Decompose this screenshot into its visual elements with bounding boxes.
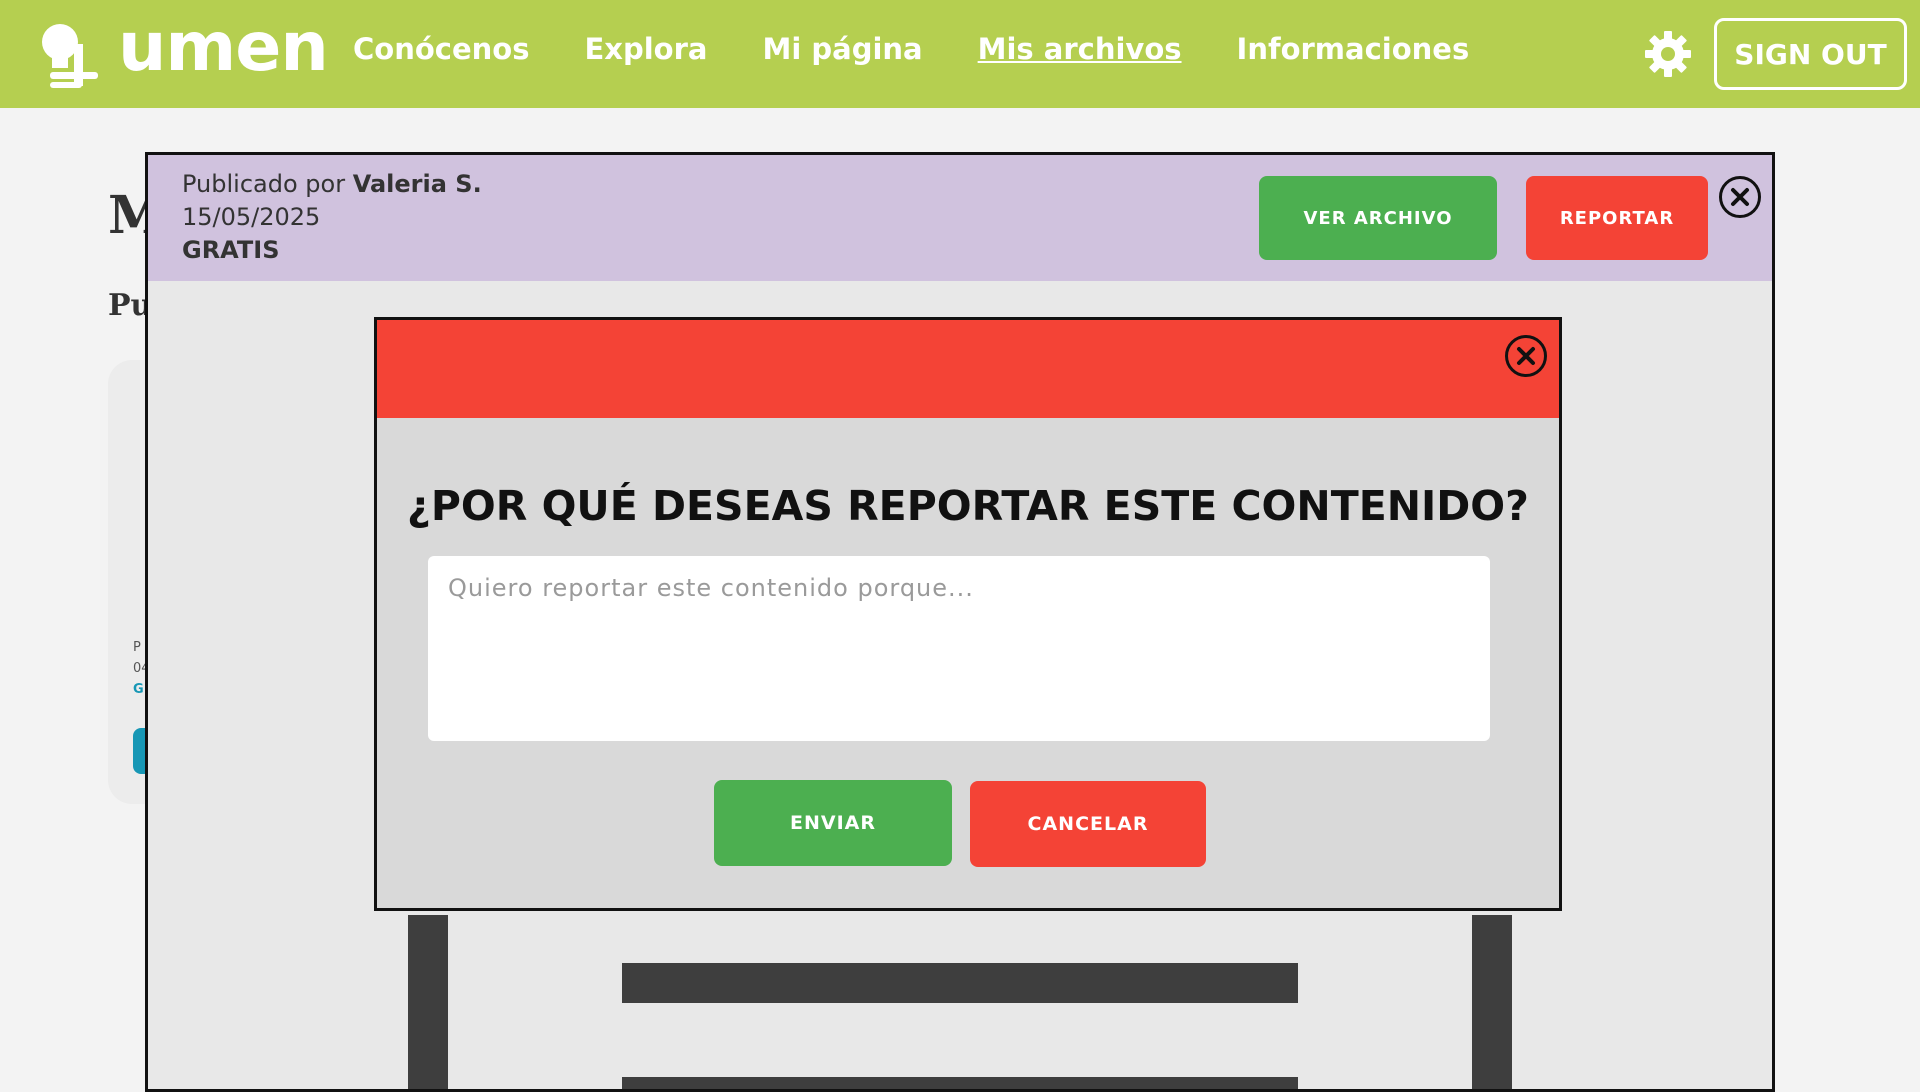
document-preview-border [408,915,448,1089]
close-icon[interactable] [1505,335,1547,377]
lumen-logo[interactable]: umen [38,8,329,90]
close-x-icon [1517,347,1535,365]
nav-item-conocenos[interactable]: Conócenos [353,32,529,66]
document-preview-border [1472,915,1512,1089]
lightbulb-logo-icon [42,24,98,88]
nav-item-mi-pagina[interactable]: Mi página [762,32,922,66]
view-file-button[interactable]: VER ARCHIVO [1259,176,1497,260]
report-modal-header [377,320,1559,418]
close-x-icon [1731,188,1749,206]
publish-date: 15/05/2025 [182,203,321,231]
price-label: GRATIS [182,236,280,264]
file-card-line: P [133,640,141,655]
report-button[interactable]: REPORTAR [1526,176,1708,260]
close-icon[interactable] [1719,176,1761,218]
nav-item-mis-archivos[interactable]: Mis archivos [978,32,1182,66]
file-card-line: G [133,682,144,697]
send-button[interactable]: ENVIAR [714,780,952,866]
document-preview-line [622,1077,1298,1089]
gear-icon[interactable] [1644,30,1692,78]
top-navigation-bar: umen Conócenos Explora Mi página Mis arc… [0,0,1920,108]
published-by-label: Publicado por [182,170,346,198]
nav-item-informaciones[interactable]: Informaciones [1237,32,1470,66]
document-preview-line [622,963,1298,1003]
cancel-button[interactable]: CANCELAR [970,781,1206,867]
main-nav: Conócenos Explora Mi página Mis archivos… [353,32,1524,66]
published-by: Publicado por Valeria S. [182,170,482,198]
nav-item-explora[interactable]: Explora [584,32,707,66]
sign-out-button[interactable]: SIGN OUT [1714,18,1907,90]
logo-text: umen [118,8,329,87]
report-reason-textarea[interactable] [428,556,1490,741]
author-name: Valeria S. [352,170,482,198]
viewer-info-bar: Publicado por Valeria S. 15/05/2025 GRAT… [148,155,1772,281]
report-modal-title: ¿POR QUÉ DESEAS REPORTAR ESTE CONTENIDO? [407,482,1529,530]
report-modal: ¿POR QUÉ DESEAS REPORTAR ESTE CONTENIDO?… [374,317,1562,911]
